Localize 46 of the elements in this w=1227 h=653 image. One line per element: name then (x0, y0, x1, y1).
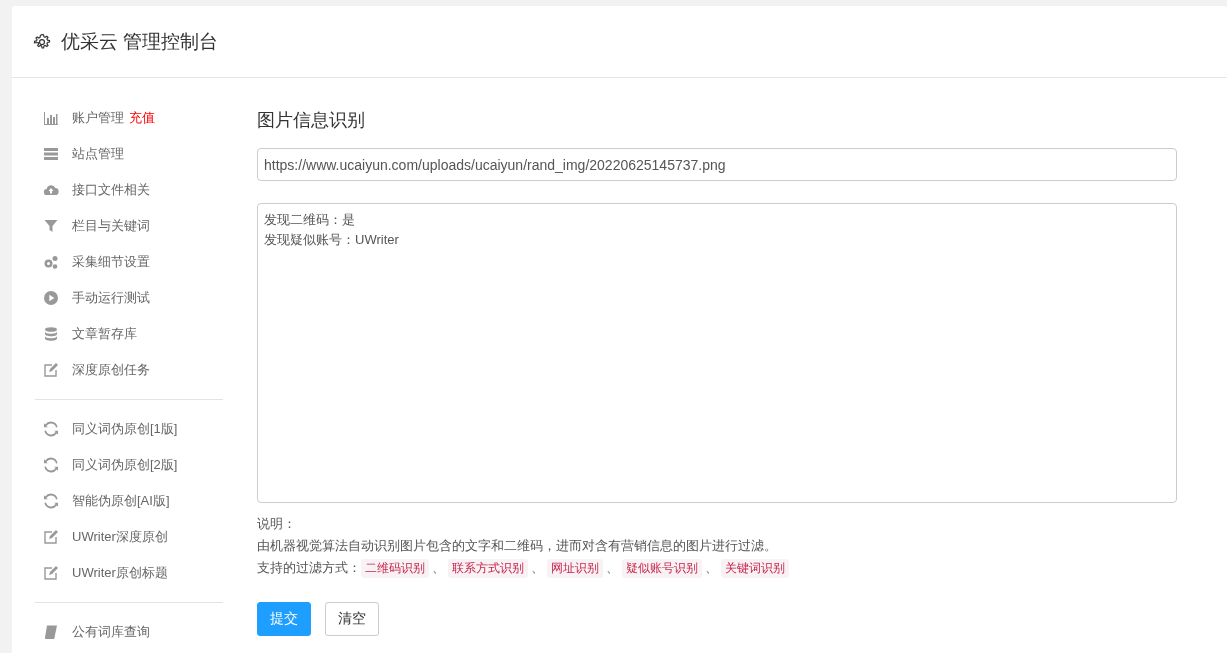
server-icon (43, 146, 59, 162)
sidebar-item[interactable]: 文章暂存库 (72, 325, 137, 343)
description-text: 由机器视觉算法自动识别图片包含的文字和二维码，进而对含有营销信息的图片进行过滤。 (257, 538, 778, 555)
filters-label: 支持的过滤方式： (257, 560, 361, 577)
result-line: 发现疑似账号：UWriter (264, 231, 399, 249)
filter-tag: 联系方式识别 (448, 558, 528, 578)
filter-tag: 关键词识别 (721, 558, 789, 578)
url-input-field[interactable]: https://www.ucaiyun.com/uploads/ucaiyun/rand_img/20220625145737.png (257, 148, 1177, 181)
refresh-icon (43, 493, 59, 509)
sidebar-item[interactable]: UWriter深度原创 (72, 528, 168, 546)
edit-icon (43, 565, 59, 581)
filter-tag: 疑似账号识别 (622, 558, 702, 578)
sidebar-item[interactable]: 同义词伪原创[1版] (72, 420, 178, 438)
filter-tag: 二维码识别 (361, 558, 429, 578)
edit-icon (43, 362, 59, 378)
sidebar-item[interactable]: 公有词库查询 (72, 623, 150, 641)
sidebar-item[interactable]: 账户管理 (72, 109, 124, 127)
separator-mark: 、 (531, 559, 544, 577)
sidebar-item[interactable]: UWriter原创标题 (72, 564, 168, 582)
result-line: 发现二维码：是 (264, 211, 355, 229)
sidebar-item[interactable]: 接口文件相关 (72, 181, 150, 199)
section-heading: 图片信息识别 (257, 109, 366, 132)
settings-icon (33, 32, 51, 51)
sidebar-item[interactable]: 深度原创任务 (72, 361, 150, 379)
sidebar-item[interactable]: 智能伪原创[AI版] (72, 492, 170, 510)
filter-tag: 网址识别 (547, 558, 603, 578)
refresh-icon (43, 457, 59, 473)
recharge-link[interactable]: 充值 (129, 109, 155, 127)
edit-icon (43, 529, 59, 545)
separator-mark: 、 (705, 559, 718, 577)
separator-mark: 、 (432, 559, 445, 577)
bar-chart-icon (43, 110, 59, 126)
sidebar-item[interactable]: 采集细节设置 (72, 253, 150, 271)
play-icon (43, 290, 59, 306)
database-icon (43, 326, 59, 342)
cloud-upload-icon (43, 182, 59, 198)
notes-title: 说明： (257, 516, 297, 533)
separator-mark: 、 (606, 559, 619, 577)
sidebar-item[interactable]: 同义词伪原创[2版] (72, 456, 178, 474)
page-title: 优采云 管理控制台 (61, 29, 219, 54)
sidebar-item[interactable]: 栏目与关键词 (72, 217, 150, 235)
clear-button[interactable]: 清空 (325, 602, 379, 636)
sidebar-item[interactable]: 手动运行测试 (72, 289, 150, 307)
refresh-icon (43, 421, 59, 437)
sidebar-item[interactable]: 站点管理 (72, 145, 124, 163)
filter-icon (43, 218, 59, 234)
